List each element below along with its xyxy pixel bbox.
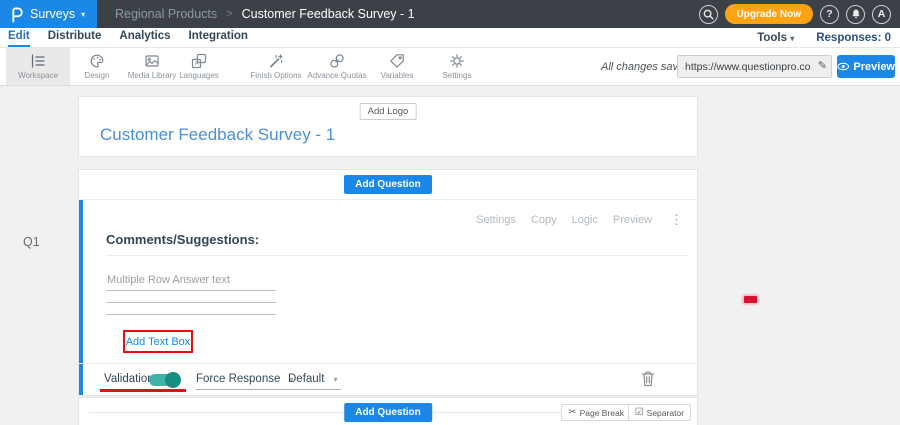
tools-label: Tools (757, 32, 787, 44)
answer-row-line (106, 302, 276, 303)
breadcrumb-separator: > (226, 8, 232, 20)
image-icon (144, 53, 160, 69)
svg-text:A: A (195, 62, 199, 68)
toolbar-label: Settings (443, 71, 472, 80)
chevron-down-icon: ▾ (790, 34, 794, 43)
avatar[interactable]: A (872, 5, 891, 24)
survey-canvas: Q1 Add Logo Customer Feedback Survey - 1… (0, 86, 900, 425)
tab-distribute[interactable]: Distribute (48, 28, 102, 47)
annotation-highlight-box: Add Text Box (123, 330, 193, 353)
add-question-button[interactable]: Add Question (344, 175, 432, 194)
chevron-down-icon: ▾ (81, 10, 85, 19)
question-text[interactable]: Comments/Suggestions: (106, 232, 259, 247)
kebab-menu-icon[interactable]: ⋮ (670, 212, 683, 228)
scissors-icon: ✂ (568, 407, 576, 418)
question-preview-link[interactable]: Preview (613, 214, 652, 226)
top-bar: Surveys ▾ Regional Products > Customer F… (0, 0, 900, 28)
survey-title[interactable]: Customer Feedback Survey - 1 (100, 125, 335, 145)
responses-count[interactable]: Responses: 0 (816, 32, 891, 44)
magic-wand-icon (268, 53, 284, 69)
nav-right: Tools ▾ Responses: 0 (757, 32, 900, 44)
answer-row-line (106, 290, 276, 291)
toolbar-label: Variables (381, 71, 414, 80)
default-dropdown[interactable]: Default ▾ (288, 373, 341, 390)
product-label: Surveys (30, 7, 75, 21)
toolbar-label: Workspace (18, 71, 58, 80)
upgrade-now-button[interactable]: Upgrade Now (725, 4, 813, 24)
question-settings-link[interactable]: Settings (476, 214, 516, 226)
toolbar-label: Languages (179, 71, 219, 80)
editor-toolbar: Workspace Design Media Library A Langua (0, 48, 900, 86)
gear-icon (449, 53, 465, 69)
preview-label: Preview (853, 61, 895, 73)
tab-edit[interactable]: Edit (8, 28, 30, 47)
question-logic-link[interactable]: Logic (572, 214, 598, 226)
force-response-dropdown[interactable]: Force Response▾ (196, 373, 297, 390)
question-divider (106, 255, 688, 256)
chevron-down-icon: ▾ (333, 375, 337, 384)
breadcrumb-current: Customer Feedback Survey - 1 (242, 7, 415, 21)
answer-row-line (106, 314, 276, 315)
search-icon (703, 9, 714, 20)
separator-label: Separator (647, 408, 684, 418)
translate-icon: A (191, 53, 207, 69)
checked-box-icon: ☑ (635, 407, 644, 418)
add-logo-button[interactable]: Add Logo (360, 103, 417, 120)
question-copy-link[interactable]: Copy (531, 214, 557, 226)
add-question-button-bottom[interactable]: Add Question (344, 403, 432, 422)
question-code: Q1 (23, 235, 40, 249)
questionpro-logo-icon (9, 6, 24, 23)
tab-integration[interactable]: Integration (189, 28, 248, 47)
questionpro-survey-editor: Surveys ▾ Regional Products > Customer F… (0, 0, 900, 425)
main-nav: Edit Distribute Analytics Integration To… (0, 28, 900, 48)
validation-toggle[interactable] (149, 374, 179, 386)
question-footer: Validation Force Response▾ Default ▾ (79, 363, 697, 395)
bell-icon (850, 8, 862, 20)
multirow-answer-area[interactable]: Multiple Row Answer text (106, 270, 356, 330)
separator-button[interactable]: ☑Separator (628, 404, 691, 421)
tab-analytics[interactable]: Analytics (119, 28, 170, 47)
validation-label: Validation (104, 373, 154, 385)
breadcrumb-folder[interactable]: Regional Products (115, 7, 217, 21)
search-button[interactable] (699, 5, 718, 24)
nav-tabs: Edit Distribute Analytics Integration (0, 28, 248, 47)
default-label: Default (288, 373, 324, 385)
annotation-cursor-mark (744, 296, 757, 303)
page-break-label: Page Break (580, 408, 624, 418)
tag-icon (389, 53, 405, 69)
help-button[interactable]: ? (820, 5, 839, 24)
topbar-actions: Upgrade Now ? A (699, 4, 900, 24)
add-text-box-link[interactable]: Add Text Box (126, 336, 191, 348)
toolbar-label: Design (85, 71, 110, 80)
answer-placeholder: Multiple Row Answer text (107, 274, 230, 286)
survey-header-card: Add Logo Customer Feedback Survey - 1 (78, 96, 698, 157)
annotation-underline (100, 389, 186, 392)
tools-menu[interactable]: Tools ▾ (757, 32, 794, 44)
page-break-button[interactable]: ✂ Page Break (561, 404, 631, 421)
delete-question-button[interactable] (641, 370, 655, 387)
preview-button[interactable]: Preview (837, 55, 895, 78)
breadcrumb: Regional Products > Customer Feedback Su… (115, 7, 415, 21)
question-card: Add Question Settings Copy Logic Preview… (78, 169, 698, 396)
toolbar-item-languages[interactable]: A Languages (161, 48, 237, 85)
add-question-strip: Add Question (79, 170, 697, 200)
toggle-knob (165, 372, 181, 388)
toolbar-label: Finish Options (250, 71, 301, 80)
force-response-label: Force Response (196, 373, 280, 385)
chain-links-icon (329, 53, 345, 69)
surveys-product-menu[interactable]: Surveys ▾ (0, 0, 97, 28)
next-section-strip: Add Question ✂ Page Break ☑Separator (78, 397, 698, 425)
survey-url-input[interactable] (677, 55, 832, 78)
question-actions: Settings Copy Logic Preview ⋮ (476, 212, 683, 228)
eye-icon (837, 62, 849, 71)
workspace-icon (30, 53, 46, 69)
notifications-button[interactable] (846, 5, 865, 24)
edit-url-icon[interactable]: ✎ (818, 59, 827, 72)
toolbar-label: Advance Quotas (307, 71, 366, 80)
toolbar-item-settings[interactable]: Settings (419, 48, 495, 85)
survey-url-field: ✎ (677, 55, 832, 78)
palette-icon (89, 53, 105, 69)
